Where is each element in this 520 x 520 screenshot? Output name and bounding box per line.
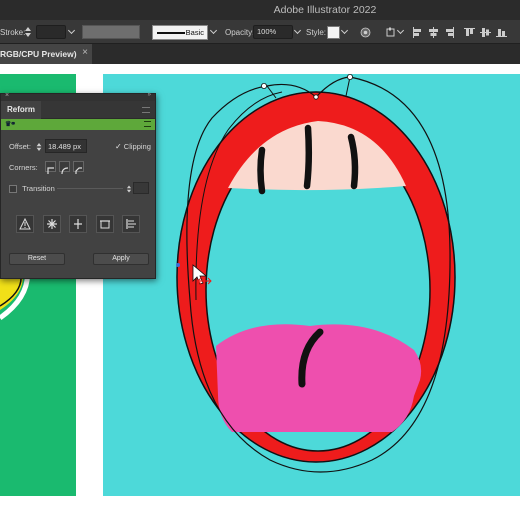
document-tab-bar: RGB/CPU Preview) × <box>0 44 520 64</box>
tooth-line <box>347 133 359 190</box>
reset-button[interactable]: Reset <box>9 253 65 265</box>
align-to-icon[interactable] <box>386 20 397 44</box>
style-label: Style: <box>306 27 327 37</box>
opacity-dropdown[interactable] <box>293 20 302 44</box>
brush-dropdown[interactable] <box>209 20 218 44</box>
title-bar: Adobe Illustrator 2022 <box>0 0 520 20</box>
anchor-point[interactable] <box>260 83 267 90</box>
transition-row: Transition <box>9 184 55 194</box>
corner-bevel-icon[interactable] <box>73 161 84 174</box>
plugin-header-bar: ♛⚭ <box>1 119 155 130</box>
plugin-menu-icon[interactable] <box>144 121 151 127</box>
brush-definition-field[interactable]: Basic <box>152 20 208 44</box>
document-tab[interactable]: RGB/CPU Preview) × <box>0 44 92 64</box>
transition-label: Transition <box>22 184 55 193</box>
tooth-line <box>303 124 313 190</box>
align-right-icon[interactable] <box>444 20 455 44</box>
stroke-weight-field[interactable] <box>36 20 66 44</box>
apply-button[interactable]: Apply <box>93 253 149 265</box>
corner-round-icon[interactable] <box>59 161 70 175</box>
offset-label: Offset: <box>9 142 31 151</box>
reform-panel: × » Reform ♛⚭ Offset: 18.489 px ✓ Clippi… <box>0 92 156 279</box>
transition-slider[interactable] <box>57 188 123 189</box>
clipping-checkbox[interactable]: ✓ Clipping <box>115 142 151 151</box>
offset-stepper[interactable] <box>35 140 45 152</box>
variable-width-profile[interactable] <box>82 20 140 44</box>
anchor-point[interactable] <box>346 74 353 81</box>
transition-stepper[interactable] <box>125 182 133 194</box>
style-dropdown[interactable] <box>340 20 349 44</box>
stroke-label: Stroke: <box>0 27 26 37</box>
style-swatch[interactable] <box>327 20 340 44</box>
corners-label: Corners: <box>9 163 38 172</box>
transition-checkbox[interactable] <box>9 185 17 194</box>
opacity-label: Opacity: <box>225 27 255 37</box>
close-tab-icon[interactable]: × <box>82 47 88 58</box>
document-tab-label: RGB/CPU Preview) <box>0 49 77 59</box>
corner-miter-icon[interactable] <box>45 161 56 174</box>
tooth-line <box>257 146 266 195</box>
panel-menu-icon[interactable] <box>142 107 150 113</box>
clipping-label: Clipping <box>123 142 151 151</box>
control-bar: Stroke: Basic Opacity: 100% Style: <box>0 20 520 44</box>
align-top-icon[interactable] <box>464 20 475 44</box>
align-vertical-center-icon[interactable] <box>480 20 491 44</box>
align-to-dropdown[interactable] <box>396 20 405 44</box>
frame-box-icon[interactable] <box>96 215 114 233</box>
stroke-weight-dropdown[interactable] <box>67 20 76 44</box>
stroke-weight-stepper[interactable] <box>24 20 32 44</box>
opacity-value: 100% <box>253 25 293 39</box>
panel-close-icon[interactable]: × <box>5 92 9 99</box>
align-left-edge-icon[interactable] <box>122 215 140 233</box>
panel-title-strip[interactable]: × » <box>1 92 155 101</box>
anchor-point[interactable] <box>176 263 180 267</box>
plugin-crown-icon: ♛⚭ <box>5 121 16 128</box>
offset-input[interactable]: 18.489 px <box>45 139 87 153</box>
brush-label: Basic <box>185 27 204 37</box>
align-horizontal-center-icon[interactable] <box>428 20 439 44</box>
tongue <box>216 324 422 432</box>
star-burst-icon[interactable] <box>43 215 61 233</box>
anchor-point[interactable] <box>313 94 319 100</box>
cross-split-icon[interactable] <box>69 215 87 233</box>
opacity-field[interactable]: 100% <box>253 20 293 44</box>
warning-triangle-icon[interactable] <box>16 215 34 233</box>
app-title: Adobe Illustrator 2022 <box>273 4 377 16</box>
transition-input[interactable] <box>133 182 149 194</box>
recolor-artwork-icon[interactable] <box>360 20 371 44</box>
align-left-icon[interactable] <box>412 20 423 44</box>
align-bottom-icon[interactable] <box>496 20 507 44</box>
reform-tab[interactable]: Reform <box>1 101 42 119</box>
panel-collapse-icon[interactable]: » <box>148 92 151 98</box>
